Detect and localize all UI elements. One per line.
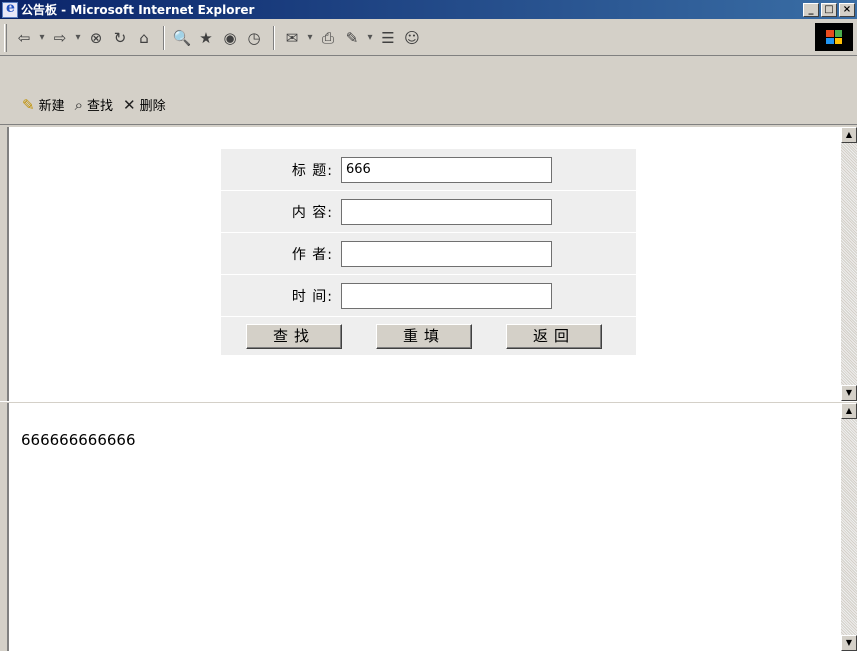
content-label: 内 容: bbox=[291, 204, 333, 221]
find-button[interactable]: ⌕ 查找 bbox=[74, 95, 114, 115]
search-form: 标 题: 内 容: 作 者: 时 间: 查找 重填 返回 bbox=[221, 149, 636, 355]
find-label: 查找 bbox=[87, 99, 114, 114]
close-button[interactable]: × bbox=[839, 2, 855, 17]
windows-logo-throbber bbox=[815, 23, 853, 51]
mail-dropdown-icon[interactable]: ▾ bbox=[305, 26, 315, 50]
reset-button[interactable]: 重填 bbox=[376, 323, 472, 349]
discuss-icon[interactable]: ☰ bbox=[377, 26, 399, 50]
scroll-up-icon[interactable]: ▲ bbox=[841, 403, 857, 419]
media-icon[interactable]: ◉ bbox=[219, 26, 241, 50]
maximize-button[interactable]: □ bbox=[821, 2, 837, 17]
form-row-time: 时 间: bbox=[221, 275, 636, 317]
back-button[interactable]: 返回 bbox=[506, 323, 602, 349]
form-row-content: 内 容: bbox=[221, 191, 636, 233]
new-label: 新建 bbox=[38, 99, 65, 114]
window-title: 公告板 - Microsoft Internet Explorer bbox=[21, 3, 255, 17]
refresh-icon[interactable]: ↻ bbox=[109, 26, 131, 50]
history-icon[interactable]: ◷ bbox=[243, 26, 265, 50]
title-label: 标 题: bbox=[291, 162, 333, 179]
back-icon[interactable]: ⇦ bbox=[13, 26, 35, 50]
ie-icon bbox=[2, 0, 18, 18]
toolbar-separator bbox=[163, 25, 165, 50]
scroll-down-icon[interactable]: ▼ bbox=[841, 635, 857, 651]
window-title-bar: 公告板 - Microsoft Internet Explorer _ □ × bbox=[0, 0, 857, 19]
mail-icon[interactable]: ✉ bbox=[281, 26, 303, 50]
edit-icon[interactable]: ✎ bbox=[341, 26, 363, 50]
messenger-icon[interactable]: ☺ bbox=[401, 26, 423, 50]
form-row-author: 作 者: bbox=[221, 233, 636, 275]
favorites-icon[interactable]: ★ bbox=[195, 26, 217, 50]
app-toolbar: ✎ 新建 ⌕ 查找 ✕ 删除 bbox=[0, 85, 857, 125]
delete-label: 删除 bbox=[139, 99, 166, 114]
toolbar-separator bbox=[273, 25, 275, 50]
binoculars-icon: ⌕ bbox=[74, 95, 83, 114]
scroll-down-icon[interactable]: ▼ bbox=[841, 385, 857, 401]
stop-icon[interactable]: ⊗ bbox=[85, 26, 107, 50]
back-dropdown-icon[interactable]: ▾ bbox=[37, 26, 47, 50]
time-input[interactable] bbox=[341, 282, 552, 309]
minimize-button[interactable]: _ bbox=[803, 2, 819, 17]
find-submit-button[interactable]: 查找 bbox=[246, 323, 342, 349]
result-frame: 666666666666 ▲ ▼ bbox=[7, 403, 857, 651]
form-row-title: 标 题: bbox=[221, 149, 636, 191]
title-input[interactable] bbox=[341, 156, 552, 183]
delete-button[interactable]: ✕ 删除 bbox=[123, 95, 166, 115]
edit-dropdown-icon[interactable]: ▾ bbox=[365, 26, 375, 50]
forward-icon[interactable]: ⇨ bbox=[49, 26, 71, 50]
toolbar-grip[interactable] bbox=[4, 23, 7, 52]
search-icon[interactable]: 🔍 bbox=[171, 26, 193, 50]
browser-toolbar: ⇦ ▾ ⇨ ▾ ⊗ ↻ ⌂ 🔍 ★ ◉ ◷ ✉ ▾ ⎙ ✎ ▾ ☰ ☺ bbox=[0, 20, 857, 56]
scroll-up-icon[interactable]: ▲ bbox=[841, 127, 857, 143]
delete-icon: ✕ bbox=[123, 95, 136, 114]
time-label: 时 间: bbox=[291, 288, 333, 305]
new-button[interactable]: ✎ 新建 bbox=[22, 95, 65, 115]
windows-logo-icon bbox=[826, 30, 842, 44]
author-label: 作 者: bbox=[291, 246, 333, 263]
author-input[interactable] bbox=[341, 240, 552, 267]
home-icon[interactable]: ⌂ bbox=[133, 26, 155, 50]
form-buttons: 查找 重填 返回 bbox=[221, 317, 636, 355]
print-icon[interactable]: ⎙ bbox=[317, 26, 339, 50]
upper-vertical-scrollbar[interactable]: ▲ ▼ bbox=[841, 127, 857, 401]
toolbar-spacer bbox=[0, 57, 857, 85]
result-text: 666666666666 bbox=[21, 431, 136, 449]
search-form-frame: 标 题: 内 容: 作 者: 时 间: 查找 重填 返回 ▲ ▼ bbox=[7, 127, 857, 401]
content-input[interactable] bbox=[341, 198, 552, 225]
new-icon: ✎ bbox=[22, 95, 35, 114]
lower-vertical-scrollbar[interactable]: ▲ ▼ bbox=[841, 403, 857, 651]
forward-dropdown-icon[interactable]: ▾ bbox=[73, 26, 83, 50]
